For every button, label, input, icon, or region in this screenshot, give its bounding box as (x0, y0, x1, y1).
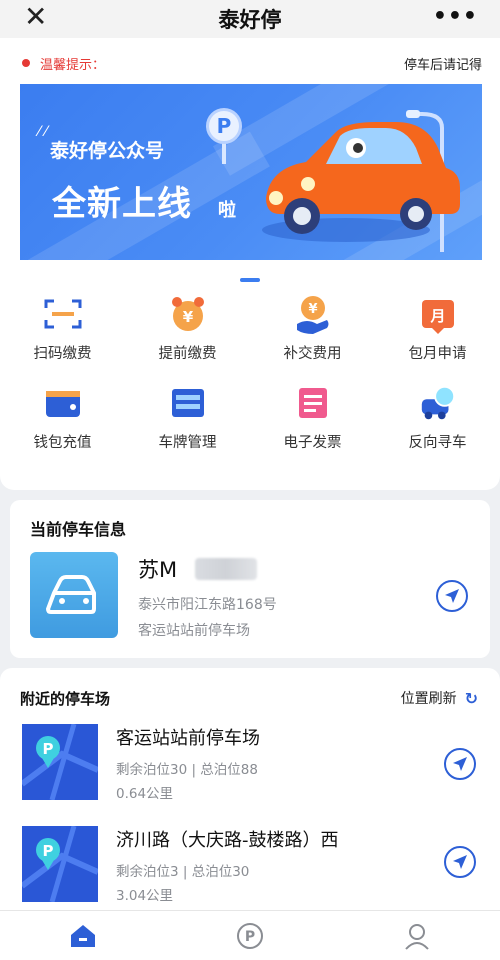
lot-stats: 剩余泊位3 | 总泊位30 (116, 864, 250, 880)
parking-map-icon: P (22, 826, 98, 902)
coin-hand-icon: ¥ (293, 294, 333, 334)
refresh-label: 位置刷新 (400, 691, 457, 707)
svg-text:P: P (43, 740, 54, 758)
service-plate[interactable]: 车牌管理 (125, 383, 250, 452)
notice-bar[interactable]: 温馨提示： 停车后请记得 (22, 52, 482, 74)
car-illustration (262, 110, 460, 252)
service-label: 电子发票 (283, 435, 342, 451)
service-grid: 扫码缴费 ¥ 提前缴费 ¥ 补交费用 月 包月申请 钱包充值 车牌管理 电子发票… (0, 294, 500, 452)
lot-distance: 3.04公里 (116, 888, 174, 904)
lot-name: 客运站站前停车场 (116, 728, 260, 749)
top-bar: ✕ 泰好停 ••• (0, 0, 500, 38)
promo-banner[interactable]: ⁄ ⁄ P 泰好停公众号 全新上线 啦 (20, 84, 482, 260)
plate-icon (168, 383, 208, 423)
service-label: 扫码缴费 (33, 346, 92, 362)
banner-subtitle: 泰好停公众号 (50, 140, 165, 162)
navigate-icon[interactable] (436, 580, 468, 612)
service-supplement[interactable]: ¥ 补交费用 (250, 294, 375, 363)
close-icon[interactable]: ✕ (24, 2, 47, 32)
current-address: 泰兴市阳江东路168号 (138, 597, 277, 613)
tab-home[interactable] (0, 911, 167, 960)
svg-text:¥: ¥ (182, 308, 193, 326)
alarm-clock-icon: ¥ (168, 294, 208, 334)
banner-suffix: 啦 (218, 200, 236, 221)
parking-map-icon: P (22, 724, 98, 800)
notice-dot-icon (22, 59, 30, 67)
list-item[interactable]: P 客运站站前停车场 剩余泊位30 | 总泊位88 0.64公里 (0, 724, 500, 814)
service-find-car[interactable]: 反向寻车 (375, 383, 500, 452)
tab-parking[interactable]: P (167, 911, 334, 960)
navigate-icon[interactable] (444, 846, 476, 878)
nearby-heading: 附近的停车场 (20, 690, 111, 708)
sign-post (222, 142, 226, 164)
service-label: 钱包充值 (33, 435, 92, 451)
page-title: 泰好停 (218, 8, 282, 32)
profile-icon (404, 923, 429, 950)
car-icon (30, 552, 118, 638)
car-search-icon (418, 383, 458, 423)
current-parking-card[interactable]: 当前停车信息 苏M 泰兴市阳江东路168号 客运站站前停车场 (10, 500, 490, 658)
parking-sign-icon: P (206, 108, 242, 144)
svg-text:P: P (43, 842, 54, 860)
nearby-section: 附近的停车场 位置刷新 ↻ P 客运站站前停车场 剩余泊位30 | 总泊位88 … (0, 668, 500, 918)
more-icon[interactable]: ••• (433, 4, 478, 29)
banner-pager (240, 278, 260, 282)
service-scan-pay[interactable]: 扫码缴费 (0, 294, 125, 363)
tab-profile[interactable] (333, 911, 500, 960)
plate-redaction (195, 558, 257, 580)
service-monthly[interactable]: 月 包月申请 (375, 294, 500, 363)
service-invoice[interactable]: 电子发票 (250, 383, 375, 452)
current-lot: 客运站站前停车场 (138, 623, 250, 639)
current-parking-heading: 当前停车信息 (30, 520, 127, 539)
invoice-icon (293, 383, 333, 423)
service-label: 包月申请 (408, 346, 467, 362)
plate-number: 苏M (138, 558, 178, 582)
notice-label: 温馨提示： (40, 57, 106, 73)
service-wallet[interactable]: 钱包充值 (0, 383, 125, 452)
svg-text:P: P (245, 929, 255, 945)
lot-name: 济川路（大庆路-鼓楼路）西 (116, 830, 339, 851)
navigate-icon[interactable] (444, 748, 476, 780)
lot-stats: 剩余泊位30 | 总泊位88 (116, 762, 258, 778)
calendar-month-icon: 月 (418, 294, 458, 334)
service-label: 车牌管理 (158, 435, 217, 451)
service-label: 补交费用 (283, 346, 342, 362)
scan-icon (43, 294, 83, 334)
parking-icon: P (237, 922, 263, 949)
service-label: 提前缴费 (158, 346, 217, 362)
home-icon (71, 924, 96, 947)
service-label: 反向寻车 (408, 435, 467, 451)
notice-message: 停车后请记得 (403, 57, 482, 73)
svg-text:月: 月 (429, 307, 445, 325)
refresh-location-button[interactable]: 位置刷新 ↻ (401, 688, 478, 708)
refresh-icon: ↻ (464, 688, 478, 708)
sparkle-icon: ⁄ ⁄ (38, 124, 48, 140)
tab-bar: P (0, 910, 500, 960)
banner-headline: 全新上线 (52, 184, 192, 224)
wallet-icon (43, 383, 83, 423)
main-card: 温馨提示： 停车后请记得 ⁄ ⁄ P 泰好停公众号 全新上线 啦 扫码缴费 ¥ … (0, 38, 500, 490)
lot-distance: 0.64公里 (116, 786, 174, 802)
service-prepay[interactable]: ¥ 提前缴费 (125, 294, 250, 363)
list-item[interactable]: P 济川路（大庆路-鼓楼路）西 剩余泊位3 | 总泊位30 3.04公里 (0, 826, 500, 916)
svg-text:¥: ¥ (308, 302, 317, 317)
